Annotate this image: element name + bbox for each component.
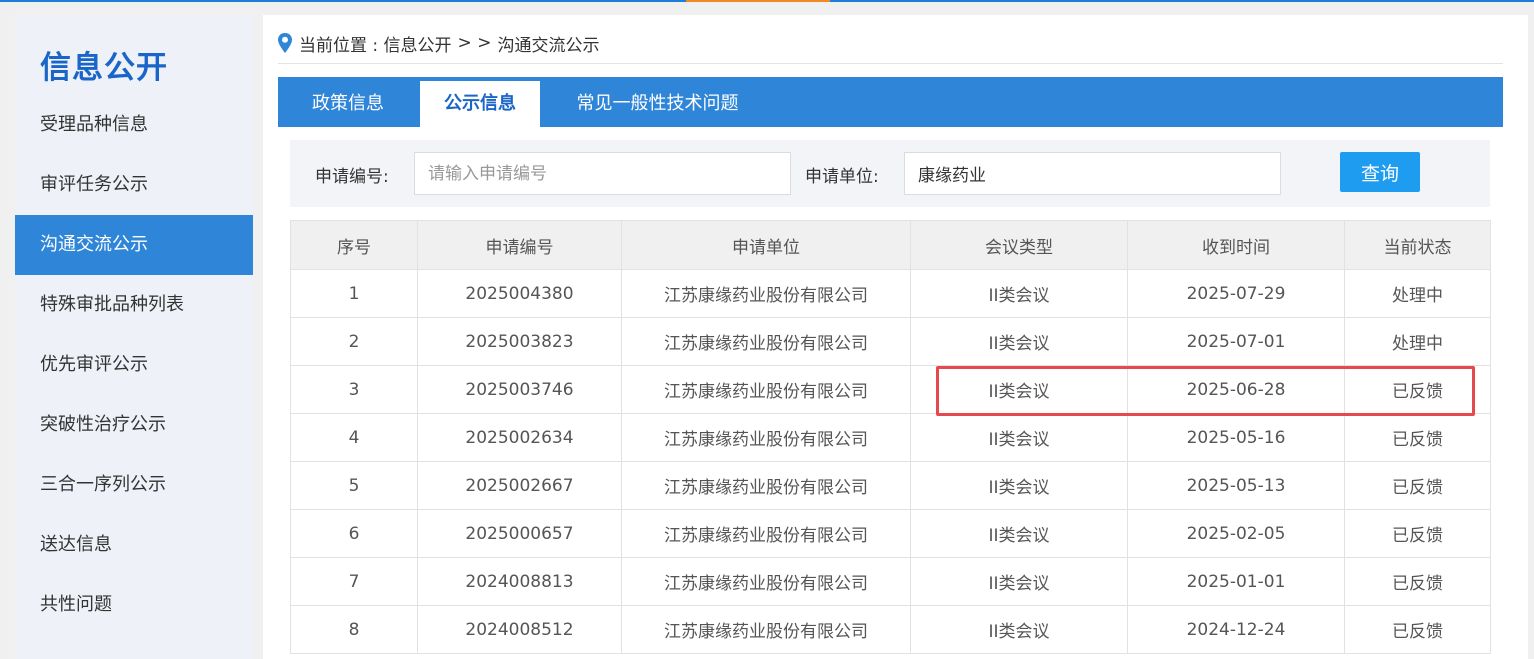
table-row[interactable]: 3 2025003746 江苏康缘药业股份有限公司 II类会议 2025-06-28 已反… — [290, 365, 1491, 414]
cell-application-number: 2024008512 — [417, 605, 622, 654]
cell-applicant-unit: 江苏康缘药业股份有限公司 — [621, 461, 911, 510]
application-number-label: 申请编号: — [315, 167, 389, 187]
table-header-row: 序号 申请编号 申请单位 会议类型 收到时间 当前状态 — [290, 220, 1491, 270]
cell-index: 6 — [290, 509, 418, 558]
cell-status: 已反馈 — [1344, 605, 1491, 654]
cell-meeting-type: II类会议 — [910, 413, 1128, 462]
top-accent-bar — [686, 0, 830, 2]
cell-index: 1 — [290, 269, 418, 318]
table-row[interactable]: 8 2024008512 江苏康缘药业股份有限公司 II类会议 2024-12-24 已反… — [290, 605, 1491, 654]
cell-index: 3 — [290, 365, 418, 414]
sidebar-item-communication[interactable]: 沟通交流公示 — [15, 215, 253, 275]
cell-index: 4 — [290, 413, 418, 462]
location-pin-icon — [278, 33, 292, 53]
cell-status: 处理中 — [1344, 317, 1491, 366]
cell-application-number: 2025003746 — [417, 365, 622, 414]
main-content: 当前位置 : 信息公开 > > 沟通交流公示 政策信息 公示信息 常见一般性技术… — [263, 15, 1528, 659]
applicant-unit-input[interactable] — [904, 152, 1281, 195]
table-row[interactable]: 5 2025002667 江苏康缘药业股份有限公司 II类会议 2025-05-13 已反… — [290, 461, 1491, 510]
tab-public-info[interactable]: 公示信息 — [420, 81, 540, 127]
cell-status: 已反馈 — [1344, 557, 1491, 606]
cell-meeting-type: II类会议 — [910, 461, 1128, 510]
cell-application-number: 2025002667 — [417, 461, 622, 510]
breadcrumb: 当前位置 : 信息公开 > > 沟通交流公示 — [277, 31, 599, 56]
cell-application-number: 2025003823 — [417, 317, 622, 366]
col-header-received-date: 收到时间 — [1127, 220, 1345, 270]
col-header-meeting-type: 会议类型 — [910, 220, 1128, 270]
col-header-application-number: 申请编号 — [417, 220, 622, 270]
cell-applicant-unit: 江苏康缘药业股份有限公司 — [621, 413, 911, 462]
col-header-applicant-unit: 申请单位 — [621, 220, 911, 270]
cell-received-date: 2024-12-24 — [1127, 605, 1345, 654]
cell-received-date: 2025-07-01 — [1127, 317, 1345, 366]
cell-status: 处理中 — [1344, 269, 1491, 318]
cell-received-date: 2025-05-13 — [1127, 461, 1345, 510]
sidebar-item-priority-review[interactable]: 优先审评公示 — [15, 335, 253, 395]
breadcrumb-prefix: 当前位置 : 信息公开 — [299, 35, 452, 56]
cell-received-date: 2025-05-16 — [1127, 413, 1345, 462]
cell-meeting-type: II类会议 — [910, 605, 1128, 654]
sidebar-item-delivery-info[interactable]: 送达信息 — [15, 515, 253, 575]
cell-status: 已反馈 — [1344, 509, 1491, 558]
cell-meeting-type: II类会议 — [910, 509, 1128, 558]
cell-meeting-type: II类会议 — [910, 557, 1128, 606]
cell-application-number: 2025004380 — [417, 269, 622, 318]
search-panel: 申请编号: 申请单位: 查询 — [290, 140, 1490, 207]
cell-status: 已反馈 — [1344, 365, 1491, 414]
table-row[interactable]: 6 2025000657 江苏康缘药业股份有限公司 II类会议 2025-02-05 已反… — [290, 509, 1491, 558]
table-row[interactable]: 1 2025004380 江苏康缘药业股份有限公司 II类会议 2025-07-29 处理… — [290, 269, 1491, 318]
col-header-status: 当前状态 — [1344, 220, 1491, 270]
results-table: 序号 申请编号 申请单位 会议类型 收到时间 当前状态 1 2025004380 江… — [290, 220, 1491, 654]
cell-meeting-type: II类会议 — [910, 365, 1128, 414]
applicant-unit-label: 申请单位: — [805, 167, 879, 187]
cell-index: 2 — [290, 317, 418, 366]
cell-received-date: 2025-01-01 — [1127, 557, 1345, 606]
cell-index: 7 — [290, 557, 418, 606]
sidebar-item-breakthrough-therapy[interactable]: 突破性治疗公示 — [15, 395, 253, 455]
cell-received-date: 2025-02-05 — [1127, 509, 1345, 558]
tab-common-tech-questions[interactable]: 常见一般性技术问题 — [560, 77, 755, 127]
cell-applicant-unit: 江苏康缘药业股份有限公司 — [621, 605, 911, 654]
sidebar-item-accepted-varieties[interactable]: 受理品种信息 — [15, 95, 253, 155]
cell-applicant-unit: 江苏康缘药业股份有限公司 — [621, 365, 911, 414]
cell-received-date: 2025-07-29 — [1127, 269, 1345, 318]
cell-status: 已反馈 — [1344, 413, 1491, 462]
cell-status: 已反馈 — [1344, 461, 1491, 510]
cell-meeting-type: II类会议 — [910, 269, 1128, 318]
query-button[interactable]: 查询 — [1340, 152, 1420, 192]
application-number-input[interactable] — [414, 152, 791, 195]
table-row[interactable]: 7 2024008813 江苏康缘药业股份有限公司 II类会议 2025-01-01 已反… — [290, 557, 1491, 606]
cell-index: 5 — [290, 461, 418, 510]
cell-applicant-unit: 江苏康缘药业股份有限公司 — [621, 269, 911, 318]
breadcrumb-current[interactable]: 沟通交流公示 — [497, 31, 599, 56]
cell-applicant-unit: 江苏康缘药业股份有限公司 — [621, 557, 911, 606]
sidebar-item-common-issues[interactable]: 共性问题 — [15, 575, 253, 635]
cell-applicant-unit: 江苏康缘药业股份有限公司 — [621, 509, 911, 558]
cell-application-number: 2025000657 — [417, 509, 622, 558]
sidebar-item-special-approval[interactable]: 特殊审批品种列表 — [15, 275, 253, 335]
col-header-index: 序号 — [290, 220, 418, 270]
sidebar: 信息公开 受理品种信息 审评任务公示 沟通交流公示 特殊审批品种列表 优先审评公… — [15, 15, 253, 659]
cell-received-date: 2025-06-28 — [1127, 365, 1345, 414]
sidebar-title: 信息公开 — [40, 50, 168, 86]
tab-bar: 政策信息 公示信息 常见一般性技术问题 — [278, 77, 1503, 127]
cell-meeting-type: II类会议 — [910, 317, 1128, 366]
sidebar-item-three-in-one[interactable]: 三合一序列公示 — [15, 455, 253, 515]
cell-index: 8 — [290, 605, 418, 654]
breadcrumb-divider — [278, 63, 1503, 64]
table-row[interactable]: 4 2025002634 江苏康缘药业股份有限公司 II类会议 2025-05-16 已反… — [290, 413, 1491, 462]
cell-application-number: 2025002634 — [417, 413, 622, 462]
sidebar-item-review-tasks[interactable]: 审评任务公示 — [15, 155, 253, 215]
cell-applicant-unit: 江苏康缘药业股份有限公司 — [621, 317, 911, 366]
cell-application-number: 2024008813 — [417, 557, 622, 606]
table-row[interactable]: 2 2025003823 江苏康缘药业股份有限公司 II类会议 2025-07-01 处理… — [290, 317, 1491, 366]
breadcrumb-separator: > > — [457, 33, 492, 53]
tab-policy-info[interactable]: 政策信息 — [278, 77, 418, 127]
